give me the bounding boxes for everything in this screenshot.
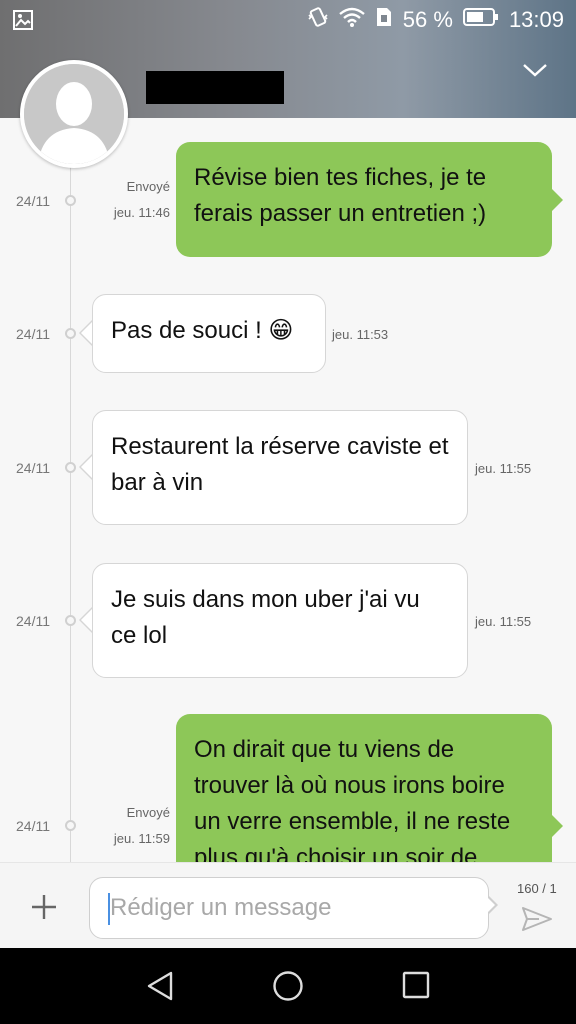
message-date: 24/11 <box>16 326 50 342</box>
message-meta: Envoyé jeu. 11:59 <box>114 800 170 852</box>
message-input-placeholder: Rédiger un message <box>110 894 332 921</box>
message-bubble-outgoing[interactable]: Révise bien tes fiches, je te ferais pas… <box>176 142 552 257</box>
battery-icon <box>462 7 499 33</box>
message-text: Je suis dans mon uber j'ai vu ce lol <box>111 586 420 649</box>
sent-status: Envoyé <box>126 179 170 194</box>
timeline-dot <box>65 820 76 831</box>
message-bubble-incoming[interactable]: Restaurent la réserve caviste et bar à v… <box>92 410 468 525</box>
timeline-dot <box>65 462 76 473</box>
sim-icon <box>375 6 393 34</box>
message-time: jeu. 11:46 <box>113 205 170 220</box>
battery-percent: 56 % <box>402 7 453 32</box>
clock: 13:09 <box>508 7 564 32</box>
message-text: On dirait que tu viens de trouver là où … <box>194 736 511 862</box>
message-date: 24/11 <box>16 613 50 629</box>
message-text: Révise bien tes fiches, je te ferais pas… <box>194 164 487 227</box>
message-input[interactable]: Rédiger un message <box>89 877 489 939</box>
input-tail <box>486 896 495 914</box>
chevron-down-icon[interactable] <box>522 62 548 83</box>
message-bubble-outgoing[interactable]: On dirait que tu viens de trouver là où … <box>176 714 552 862</box>
home-icon[interactable] <box>272 970 304 1007</box>
bubble-tail <box>551 814 563 838</box>
message-date: 24/11 <box>16 818 50 834</box>
message-time: jeu. 11:55 <box>475 614 532 629</box>
message-bubble-incoming[interactable]: Pas de souci ! 😁 <box>92 294 326 373</box>
sent-status: Envoyé <box>126 805 170 820</box>
message-time: jeu. 11:59 <box>113 831 170 846</box>
add-attachment-icon[interactable] <box>30 893 58 926</box>
vibrate-icon <box>307 6 329 34</box>
message-time: jeu. 11:55 <box>475 461 532 476</box>
timeline-line <box>70 118 71 862</box>
send-icon[interactable] <box>521 905 553 938</box>
message-text: Pas de souci ! 😁 <box>111 317 294 344</box>
navigation-bar <box>0 948 576 1024</box>
char-counter: 160 / 1 <box>517 881 557 896</box>
message-meta: Envoyé jeu. 11:46 <box>114 174 170 226</box>
bubble-tail <box>551 188 563 212</box>
recents-icon[interactable] <box>401 970 431 1005</box>
message-date: 24/11 <box>16 460 50 476</box>
message-time: jeu. 11:53 <box>332 327 389 342</box>
timeline-dot <box>65 328 76 339</box>
wifi-icon <box>339 6 365 34</box>
message-date: 24/11 <box>16 193 50 209</box>
timeline-dot <box>65 195 76 206</box>
message-text: Restaurent la réserve caviste et bar à v… <box>111 433 449 496</box>
contact-name[interactable] <box>146 71 284 104</box>
status-bar: 56 % 13:09 <box>0 0 576 40</box>
timeline-dot <box>65 615 76 626</box>
conversation-thread[interactable]: 24/11 Envoyé jeu. 11:46 Révise bien tes … <box>0 118 576 862</box>
message-bubble-incoming[interactable]: Je suis dans mon uber j'ai vu ce lol <box>92 563 468 678</box>
image-icon <box>12 9 34 37</box>
composer-bar: Rédiger un message 160 / 1 <box>0 862 576 949</box>
back-icon[interactable] <box>145 970 175 1007</box>
contact-avatar[interactable] <box>20 60 128 168</box>
